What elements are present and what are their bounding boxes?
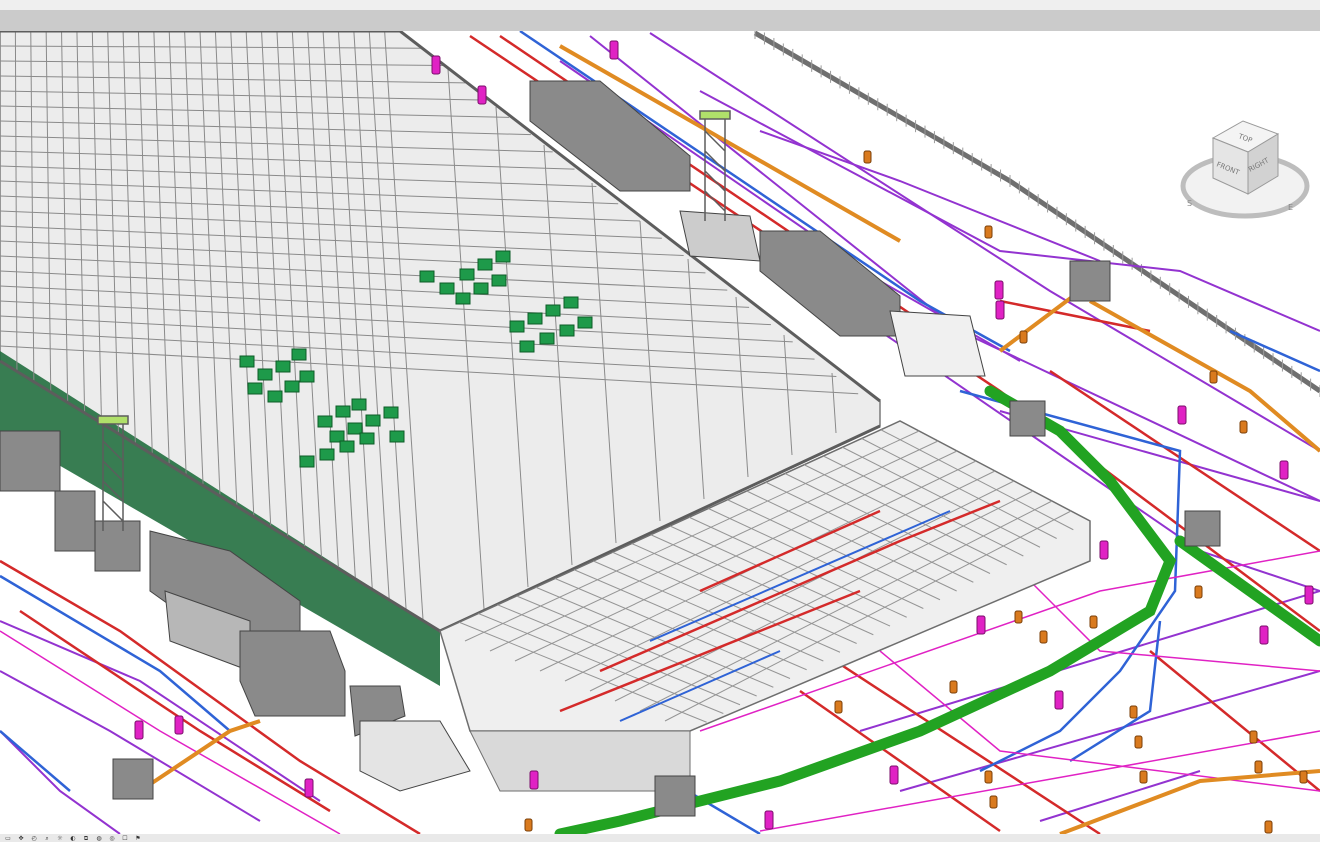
view-title-bar (0, 10, 1320, 31)
sun-icon[interactable]: ☼ (55, 835, 65, 842)
pan-icon[interactable]: ✥ (16, 835, 26, 842)
3d-viewport[interactable]: TOP FRONT RIGHT S E (0, 31, 1320, 834)
hide-icon[interactable]: ◍ (94, 835, 104, 842)
model-scene[interactable] (0, 31, 1320, 834)
orbit-icon[interactable]: ◴ (29, 835, 39, 842)
top-edge-bar (0, 0, 1320, 10)
compass-label-s[interactable]: S (1187, 199, 1192, 208)
shadows-icon[interactable]: ◐ (68, 835, 78, 842)
analysis-icon[interactable]: ⚑ (133, 835, 143, 842)
crop-icon[interactable]: ⧉ (81, 835, 91, 842)
temporary-hide-icon[interactable]: ◎ (107, 835, 117, 842)
workset-icon[interactable]: ▭ (3, 835, 13, 842)
view-control-bar: ▭ ✥ ◴ ⌕ ☼ ◐ ⧉ ◍ ◎ ☐ ⚑ (0, 834, 1320, 842)
compass-label-e[interactable]: E (1288, 203, 1293, 212)
zoom-icon[interactable]: ⌕ (42, 835, 52, 842)
view-cube[interactable]: TOP FRONT RIGHT S E (1178, 116, 1312, 226)
reveal-icon[interactable]: ☐ (120, 835, 130, 842)
